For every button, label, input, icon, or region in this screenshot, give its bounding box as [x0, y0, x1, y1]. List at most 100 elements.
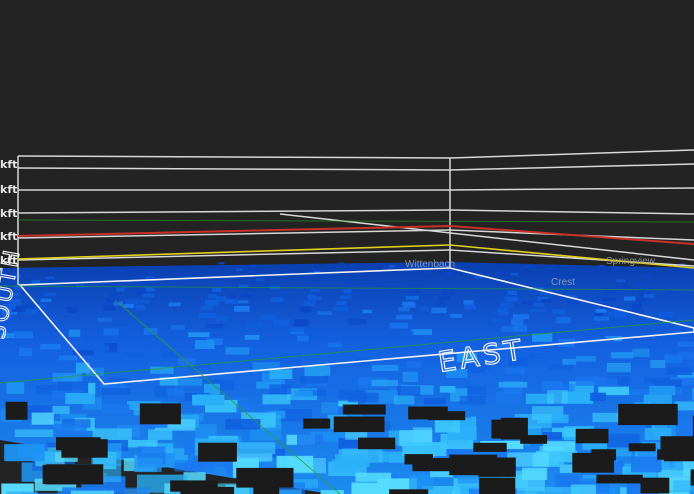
reflectivity-cell [320, 490, 344, 494]
reflectivity-cell [19, 347, 33, 357]
reflectivity-cell [423, 398, 447, 405]
reflectivity-cell [650, 360, 666, 369]
reflectivity-cell [13, 331, 33, 339]
reflectivity-cell [445, 272, 454, 275]
reflectivity-cell [102, 304, 115, 309]
reflectivity-cell [204, 299, 218, 305]
reflectivity-cell [496, 391, 522, 404]
reflectivity-cell [101, 388, 131, 396]
reflectivity-cell [244, 334, 260, 340]
reflectivity-cell [135, 305, 145, 310]
reflectivity-cell [409, 474, 434, 490]
reflectivity-cell [406, 361, 422, 368]
reflectivity-cell [552, 309, 566, 315]
reflectivity-cell [68, 329, 81, 337]
no-return-gap [180, 486, 235, 494]
reflectivity-cell [227, 294, 237, 299]
reflectivity-cell [642, 285, 652, 290]
reflectivity-cell [6, 382, 25, 394]
reflectivity-cell [280, 353, 302, 364]
reflectivity-cell [510, 272, 518, 276]
reflectivity-cell [504, 296, 518, 302]
reflectivity-cell [123, 303, 134, 308]
reflectivity-cell [171, 324, 185, 330]
reflectivity-cell [218, 262, 225, 265]
reflectivity-cell [294, 319, 309, 327]
reflectivity-cell [304, 365, 331, 376]
reflectivity-cell [609, 285, 620, 289]
reflectivity-cell [576, 269, 584, 273]
reflectivity-cell [244, 288, 253, 292]
reflectivity-cell [394, 395, 415, 405]
reflectivity-cell [341, 279, 351, 283]
reflectivity-cell [297, 335, 309, 342]
reflectivity-cell [371, 379, 398, 387]
station-label: Crest [551, 277, 575, 288]
reflectivity-cell [372, 281, 382, 285]
reflectivity-cell [65, 393, 95, 405]
reflectivity-cell [174, 378, 203, 386]
reflectivity-cell [623, 285, 632, 289]
reflectivity-cell [142, 339, 155, 347]
no-return-gap [342, 404, 386, 415]
reflectivity-cell [521, 301, 533, 305]
reflectivity-cell [664, 354, 683, 364]
reflectivity-cell [270, 297, 284, 303]
reflectivity-cell [147, 270, 155, 274]
no-return-gap [303, 418, 331, 429]
3d-radar-viewport[interactable]: EAST SOUTH kft kft kft kft kft Wittenbac… [0, 0, 694, 494]
reflectivity-cell [299, 306, 311, 313]
no-return-gap [333, 416, 385, 433]
reflectivity-cell [241, 294, 253, 298]
reflectivity-cell [548, 364, 574, 370]
reflectivity-cell [431, 307, 447, 314]
reflectivity-cell [215, 316, 229, 322]
reflectivity-cell [450, 313, 462, 318]
no-return-gap [198, 442, 237, 462]
reflectivity-cell [643, 293, 655, 298]
reflectivity-cell [350, 263, 357, 266]
no-return-gap [139, 403, 181, 425]
no-return-gap [42, 464, 90, 485]
no-return-gap [628, 443, 656, 452]
altitude-label: kft [0, 183, 18, 196]
no-return-gap [61, 439, 108, 458]
reflectivity-cell [434, 418, 460, 433]
reflectivity-cell [405, 295, 419, 300]
reflectivity-cell [623, 296, 636, 301]
reflectivity-cell [338, 262, 345, 265]
reflectivity-cell [203, 383, 220, 395]
reflectivity-cell [419, 306, 430, 312]
reflectivity-cell [402, 442, 447, 457]
reflectivity-cell [31, 280, 41, 284]
reflectivity-cell [133, 274, 143, 277]
reflectivity-cell [337, 390, 367, 402]
reflectivity-cell [194, 340, 215, 349]
reflectivity-cell [501, 326, 519, 332]
reflectivity-cell [126, 268, 134, 271]
radar-scene[interactable]: EAST SOUTH [0, 0, 694, 494]
reflectivity-cell [388, 265, 396, 268]
reflectivity-cell [300, 376, 328, 384]
reflectivity-cell [208, 294, 217, 299]
reflectivity-cell [496, 271, 504, 274]
reflectivity-cell [331, 459, 357, 472]
reflectivity-cell [530, 353, 544, 360]
reflectivity-cell [139, 299, 150, 304]
reflectivity-cell [464, 304, 476, 310]
reflectivity-cell [542, 381, 563, 392]
reflectivity-cell [40, 298, 52, 302]
no-return-gap [412, 458, 456, 472]
reflectivity-cell [396, 386, 421, 396]
reflectivity-cell [658, 312, 675, 317]
reflectivity-cell [606, 362, 631, 373]
reflectivity-cell [320, 276, 330, 280]
reflectivity-cell [66, 307, 78, 313]
reflectivity-cell [412, 290, 421, 294]
reflectivity-cell [136, 289, 146, 294]
no-return-gap [627, 413, 657, 425]
reflectivity-cell [211, 288, 222, 292]
no-return-gap [427, 411, 466, 421]
altitude-label: kft [0, 254, 18, 267]
reflectivity-cell [31, 412, 54, 425]
